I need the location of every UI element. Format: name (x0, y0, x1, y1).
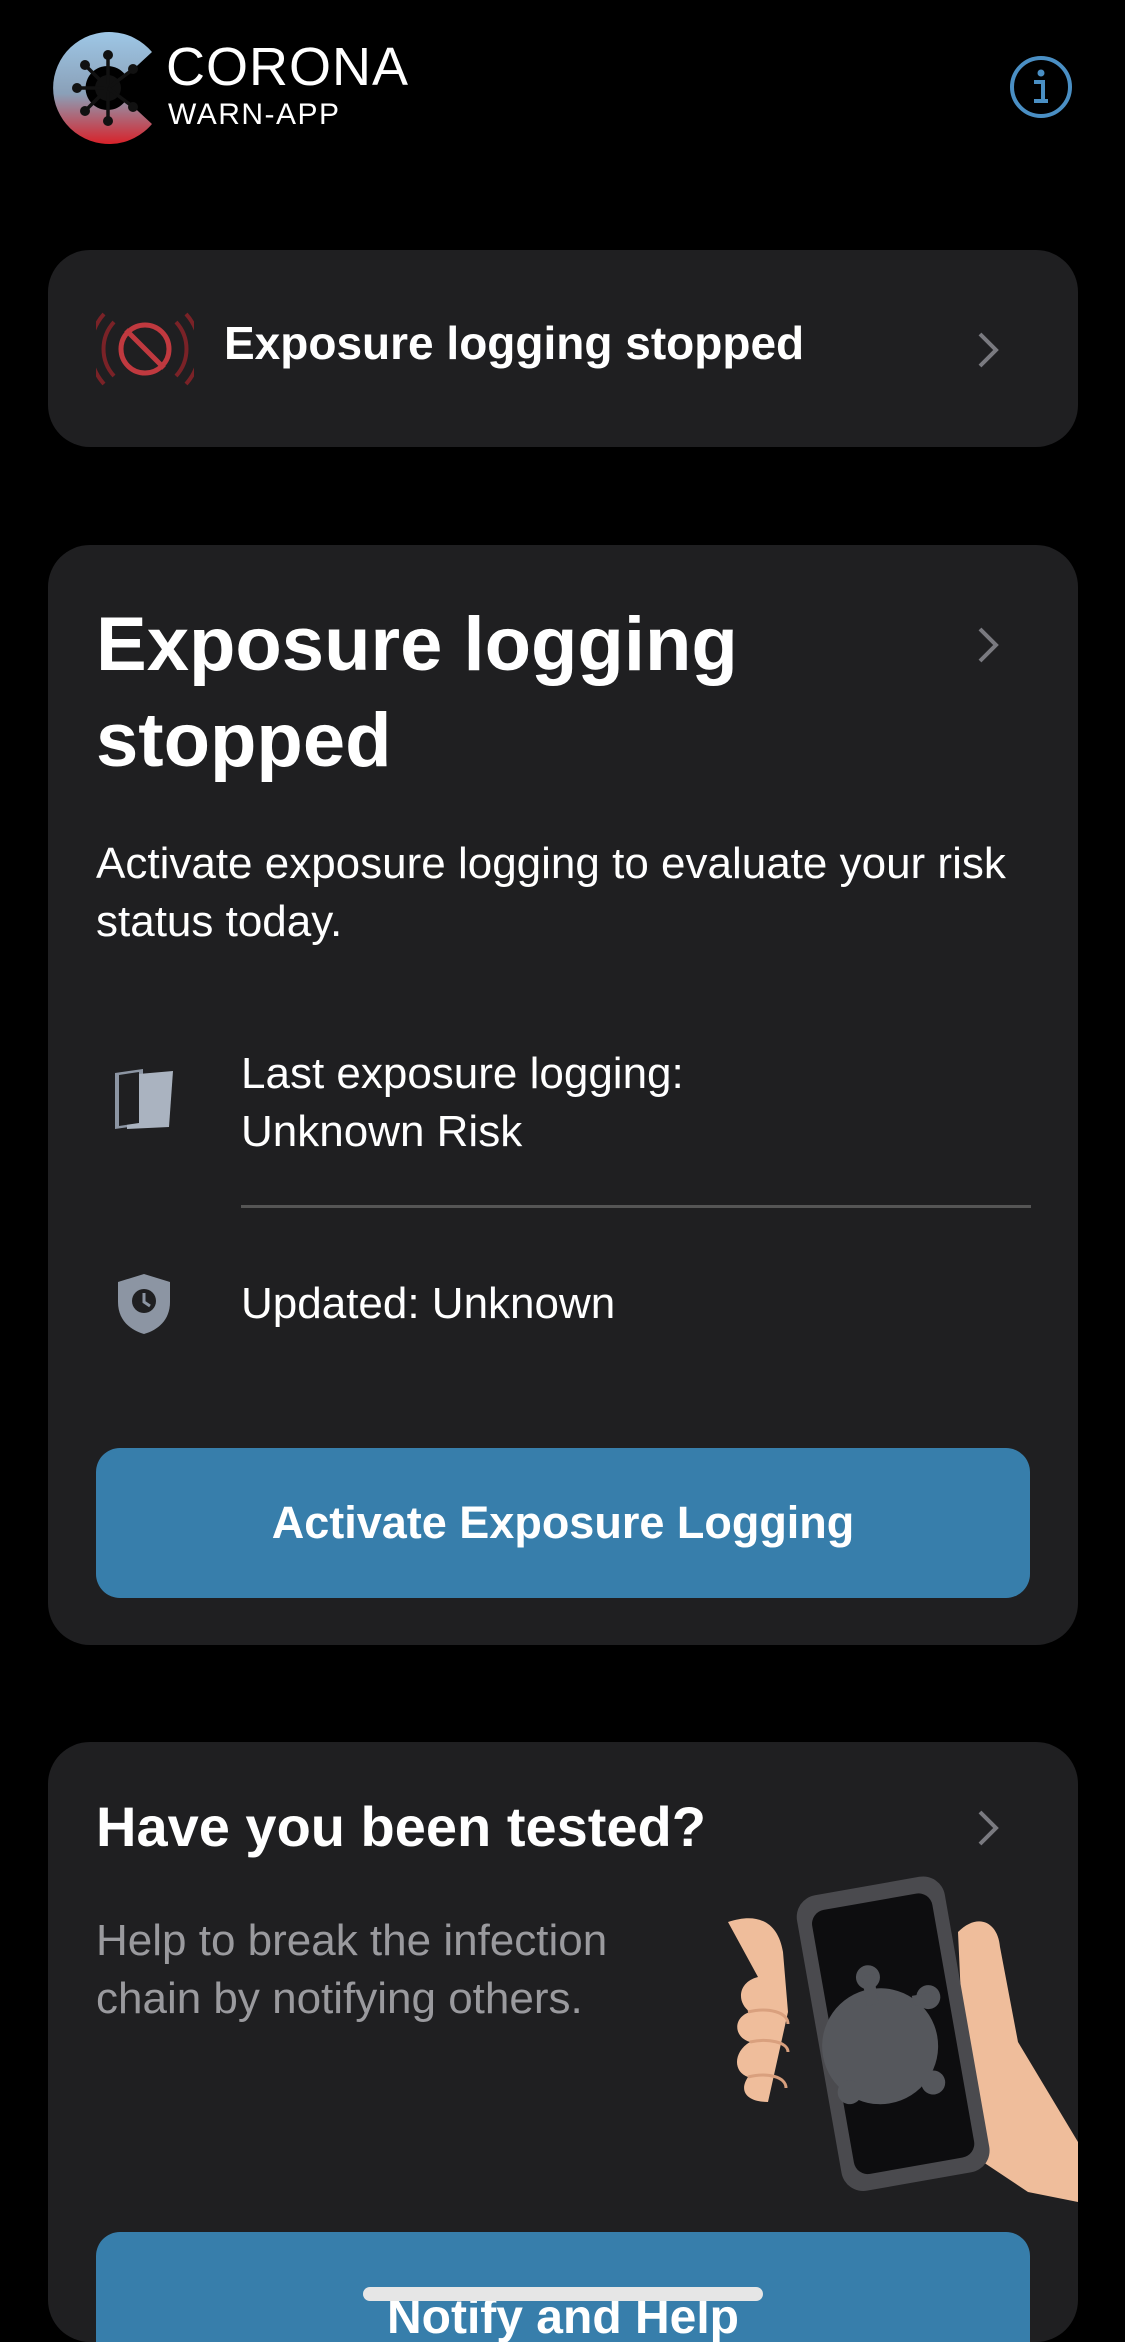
chevron-right-icon (978, 627, 999, 663)
logo-subtitle: WARN-APP (168, 98, 341, 131)
home-indicator[interactable] (363, 2287, 763, 2301)
activate-exposure-logging-button[interactable]: Activate Exposure Logging (96, 1448, 1030, 1598)
chevron-right-icon (978, 332, 999, 368)
exposure-status-label: Exposure logging stopped (224, 317, 805, 369)
last-exposure-logging: Last exposure logging: Unknown Risk (241, 1049, 684, 1156)
shield-clock-icon (118, 1274, 170, 1334)
risk-card-description: Activate exposure logging to evaluate yo… (96, 839, 1006, 946)
hand-phone-illustration (728, 1876, 1078, 2202)
exposure-off-icon (96, 312, 194, 386)
chevron-right-icon (978, 1810, 999, 1846)
info-icon[interactable] (1008, 54, 1074, 120)
app-header: CORONA WARN-APP (48, 28, 1078, 158)
document-icon (115, 1069, 173, 1129)
exposure-status-card[interactable]: Exposure logging stopped (48, 250, 1078, 447)
risk-card-title: Exposure logging stopped (96, 602, 738, 783)
test-card-description: Help to break the infection chain by not… (96, 1916, 608, 2023)
corona-logo-icon (53, 32, 153, 145)
risk-card[interactable]: Exposure logging stopped Activate exposu… (48, 545, 1078, 1645)
divider (241, 1205, 1031, 1208)
updated-status: Updated: Unknown (241, 1279, 616, 1328)
test-card-title: Have you been tested? (96, 1795, 706, 1858)
logo-title: CORONA (166, 37, 410, 97)
test-card[interactable]: Have you been tested? Help to break the … (48, 1742, 1078, 2342)
app-logo: CORONA WARN-APP (48, 28, 428, 150)
